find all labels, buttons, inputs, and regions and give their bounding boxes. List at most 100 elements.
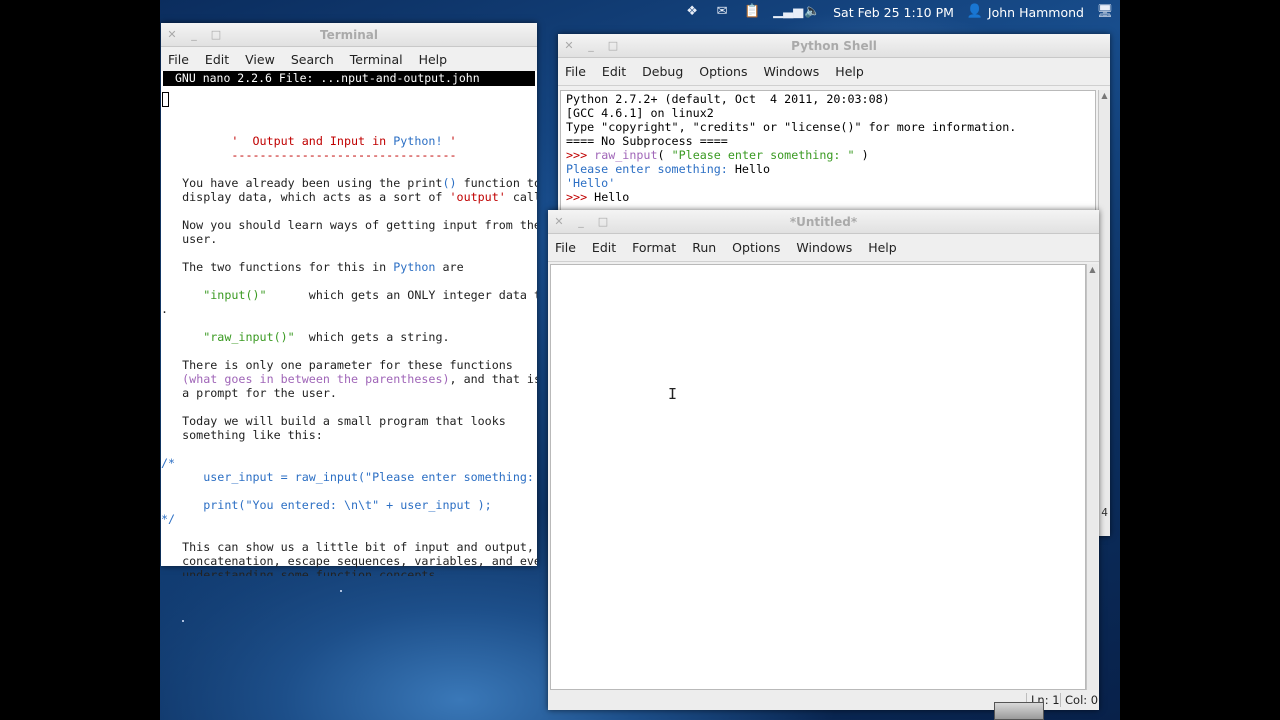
user-icon: 👤 [966,4,984,19]
text-line: There is only one parameter for these fu… [161,358,513,372]
text-line: Now you should learn ways of getting inp… [161,218,537,232]
menu-windows[interactable]: Windows [789,240,859,255]
maximize-icon[interactable]: □ [205,28,227,41]
text-line: >>> Hello [566,190,630,204]
menu-help[interactable]: Help [861,240,904,255]
scroll-up-icon[interactable]: ▲ [1087,264,1098,276]
text-cursor [162,92,169,107]
text-line: */ [161,512,176,526]
menu-file[interactable]: File [558,64,593,79]
text-line: This can show us a little bit of input a… [161,540,534,554]
text-line: user_input = raw_input("Please enter som… [161,470,537,484]
text-line: >>> raw_input( "Please enter something: … [566,148,869,162]
minimize-icon[interactable]: _ [580,39,602,52]
menu-edit[interactable]: Edit [198,52,236,67]
text-line [161,400,537,414]
text-line [161,316,537,330]
taskbar-thumbnail[interactable] [994,702,1044,720]
text-line: a prompt for the user. [161,386,337,400]
menu-options[interactable]: Options [725,240,787,255]
window-title: Python Shell [791,38,877,53]
text-line: ==== No Subprocess ==== [566,134,728,148]
close-icon[interactable]: ✕ [558,39,580,52]
close-icon[interactable]: ✕ [548,215,570,228]
signal-icon[interactable]: ▁▃▅ [773,4,803,20]
minimize-icon[interactable]: _ [570,215,592,228]
status-column: Col: 0 [1060,693,1098,707]
user-name: John Hammond [987,4,1084,20]
text-line [161,274,537,288]
nano-header: GNU nano 2.2.6 File: ...nput-and-output.… [163,71,535,86]
text-line: The two functions for this in Python are [161,260,464,274]
ibeam-cursor-icon: I [668,385,678,403]
nano-editor[interactable]: ' Output and Input in Python! ' --------… [161,86,537,576]
text-line: print("You entered: \n\t" + user_input )… [161,498,492,512]
terminal-menubar: File Edit View Search Terminal Help [161,47,537,71]
maximize-icon[interactable]: □ [592,215,614,228]
text-line: . [161,302,169,316]
text-line: [GCC 4.6.1] on linux2 [566,106,714,120]
panel-clock[interactable]: Sat Feb 25 1:10 PM [833,5,954,20]
text-line: 'Hello' [566,176,616,190]
text-line [161,484,537,498]
menu-help[interactable]: Help [412,52,455,67]
text-line: Today we will build a small program that… [161,414,506,428]
text-line [161,204,537,218]
close-icon[interactable]: ✕ [161,28,183,41]
text-line: You have already been using the print() … [161,176,537,190]
untitled-titlebar[interactable]: ✕ _ □ *Untitled* [548,210,1099,234]
menu-edit[interactable]: Edit [585,240,623,255]
volume-icon[interactable]: 🔈 [803,4,821,20]
menu-edit[interactable]: Edit [595,64,633,79]
text-line: (what goes in between the parentheses), … [182,372,537,386]
text-line: something like this: [161,428,323,442]
minimize-icon[interactable]: _ [183,28,205,41]
window-title: *Untitled* [789,214,858,229]
menu-windows[interactable]: Windows [756,64,826,79]
menu-terminal[interactable]: Terminal [343,52,410,67]
scroll-up-icon[interactable]: ▲ [1099,90,1110,102]
editor-scrollbar[interactable]: ▲ [1086,264,1098,690]
menu-search[interactable]: Search [284,52,341,67]
text-line [161,246,537,260]
menu-view[interactable]: View [238,52,282,67]
dropbox-icon[interactable]: ❖ [683,4,701,20]
menu-debug[interactable]: Debug [635,64,690,79]
user-menu[interactable]: 👤 John Hammond [966,4,1084,20]
text-line [161,162,537,176]
text-line: -------------------------------- [161,148,457,162]
clipboard-icon[interactable]: 📋 [743,4,761,20]
text-line: Type "copyright", "credits" or "license(… [566,120,1017,134]
text-line: display data, which acts as a sort of 'o… [161,190,537,204]
text-line: Python 2.7.2+ (default, Oct 4 2011, 20:0… [566,92,890,106]
menu-file[interactable]: File [548,240,583,255]
text-line: user. [161,232,218,246]
terminal-window: ✕ _ □ Terminal File Edit View Search Ter… [161,23,537,576]
code-editor[interactable]: I [550,264,1086,690]
text-line: "raw_input()" which gets a string. [203,330,450,344]
terminal-titlebar[interactable]: ✕ _ □ Terminal [161,23,537,47]
menu-format[interactable]: Format [625,240,683,255]
text-line [161,442,537,456]
menu-file[interactable]: File [161,52,196,67]
text-line: concatenation, escape sequences, variabl… [161,554,537,568]
text-line: /* [161,456,176,470]
monitor-icon[interactable]: 🖥 [1096,4,1114,20]
python-shell-titlebar[interactable]: ✕ _ □ Python Shell [558,34,1110,58]
menu-run[interactable]: Run [685,240,723,255]
menu-help[interactable]: Help [828,64,871,79]
python-shell-menubar: File Edit Debug Options Windows Help [558,58,1110,86]
text-line: ' Output and Input in Python! ' [161,134,457,148]
untitled-menubar: File Edit Format Run Options Windows Hel… [548,234,1099,262]
scroll-overflow-digit: 4 [1101,506,1108,519]
maximize-icon[interactable]: □ [602,39,624,52]
menu-options[interactable]: Options [692,64,754,79]
text-line: Please enter something: Hello [566,162,771,176]
text-line: understanding some function concepts. [161,568,443,576]
text-line [161,344,537,358]
untitled-editor-window: ✕ _ □ *Untitled* File Edit Format Run Op… [548,210,1099,710]
text-line: "input()" which gets an ONLY integer dat… [203,288,537,302]
shell-scrollbar[interactable]: ▲ 4 [1098,90,1110,536]
mail-icon[interactable]: ✉ [713,4,731,20]
text-line [161,526,537,540]
